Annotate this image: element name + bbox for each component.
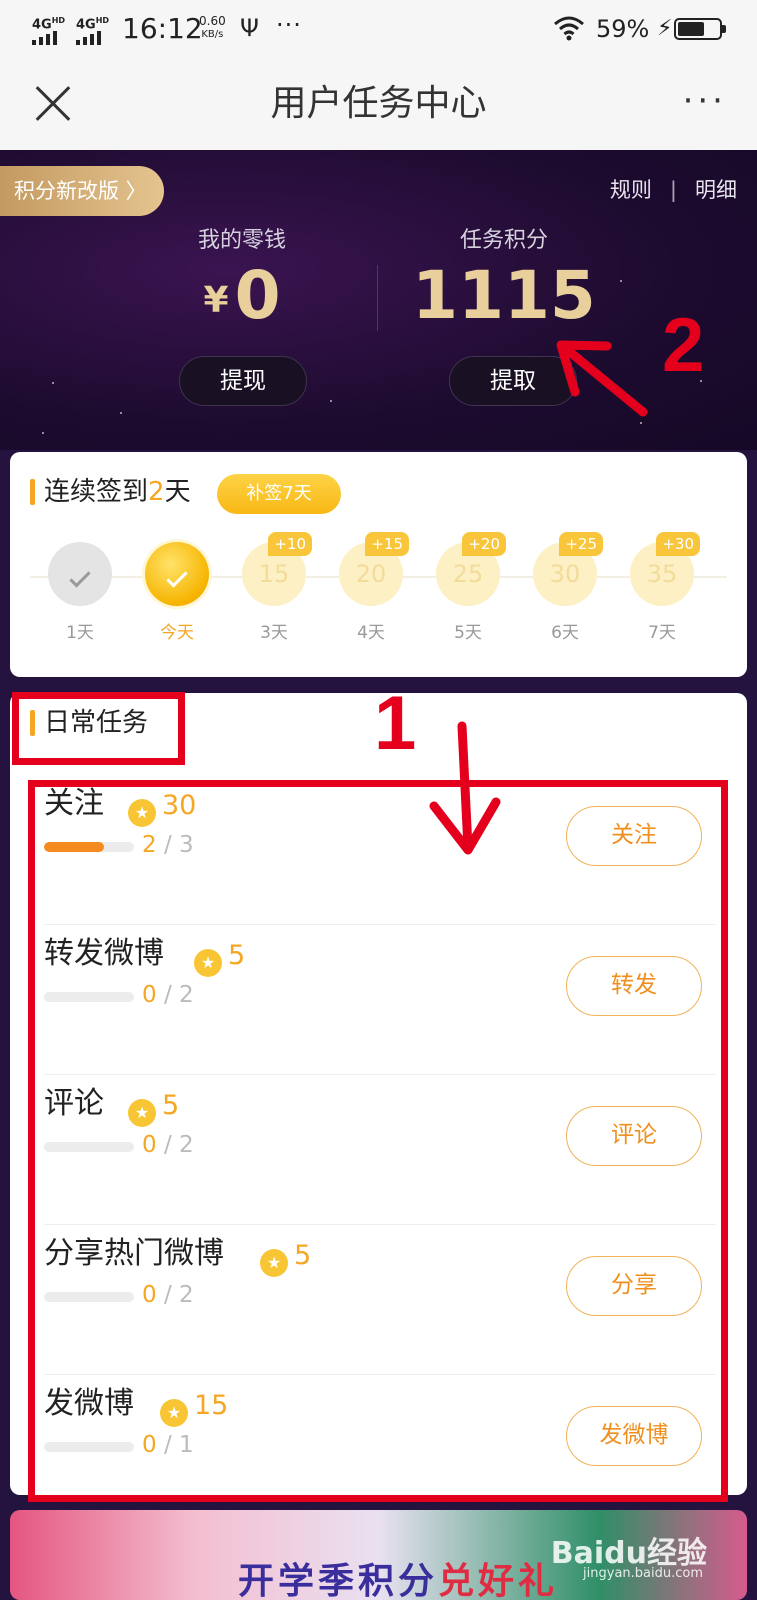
charging-icon: ⚡ bbox=[657, 16, 673, 41]
checkin-day: 今天 bbox=[137, 542, 217, 643]
sim2-hd: HD bbox=[95, 16, 110, 25]
bonus-badge: +30 bbox=[656, 532, 700, 556]
day-label: 5天 bbox=[454, 623, 482, 643]
banner-text: 开学季积分兑好礼 bbox=[238, 1552, 558, 1600]
checkin-title-prefix: 连续签到 bbox=[44, 477, 149, 507]
makeup-checkin-button[interactable]: 补签7天 bbox=[217, 474, 341, 514]
day-points: 25 bbox=[452, 560, 484, 588]
points-balance: 1115 bbox=[384, 258, 624, 334]
checkin-title-suffix: 天 bbox=[164, 477, 191, 507]
network-speed: 0.60 KB/s bbox=[199, 15, 226, 41]
points-label: 任务积分 bbox=[459, 228, 548, 253]
page-title: 用户任务中心 bbox=[270, 83, 487, 124]
day-points: 30 bbox=[549, 560, 581, 588]
annotation-number-1: 1 bbox=[374, 681, 417, 766]
day-points-circle: 35 +30 bbox=[630, 532, 700, 606]
status-bar: 4GHD 4GHD 16:12 0.60 KB/s Ψ ··· 59% ⚡ bbox=[0, 0, 757, 58]
column-divider bbox=[377, 265, 378, 331]
bonus-badge: +25 bbox=[559, 532, 603, 556]
speed-unit: KB/s bbox=[201, 29, 224, 40]
usb-icon: Ψ bbox=[240, 14, 259, 42]
checkin-title: 连续签到2天 bbox=[30, 476, 191, 508]
clock: 16:12 bbox=[122, 12, 203, 45]
check-icon bbox=[48, 542, 112, 606]
day-points-circle: 20 +15 bbox=[339, 532, 409, 606]
streak-days: 2 bbox=[148, 477, 165, 507]
signal-bars-icon bbox=[76, 31, 101, 46]
rules-link[interactable]: 规则 bbox=[610, 178, 652, 202]
sim1-hd: HD bbox=[51, 16, 66, 25]
annotation-box-title bbox=[12, 692, 185, 765]
day-label: 6天 bbox=[551, 623, 579, 643]
header-links: 规则 | 明细 bbox=[610, 174, 737, 204]
checkin-day: 35 +30 7天 bbox=[622, 532, 702, 643]
day-points: 35 bbox=[646, 560, 678, 588]
checkin-day: 1天 bbox=[40, 542, 120, 643]
annotation-arrow-2 bbox=[556, 340, 648, 417]
wallet-label: 我的零钱 bbox=[197, 228, 286, 253]
checkin-day: 20 +15 4天 bbox=[331, 532, 411, 643]
nav-bar: 用户任务中心 ··· bbox=[0, 58, 757, 150]
day-points: 15 bbox=[258, 560, 290, 588]
annotation-number-2: 2 bbox=[662, 303, 705, 388]
annotation-arrow-1 bbox=[429, 721, 501, 855]
link-separator: | bbox=[669, 178, 677, 202]
more-menu-icon[interactable]: ··· bbox=[683, 84, 727, 118]
wallet-value: 0 bbox=[234, 257, 281, 334]
banner-text-a: 开学季积分 bbox=[238, 1561, 439, 1600]
bonus-badge: +10 bbox=[268, 532, 312, 556]
day-label: 今天 bbox=[160, 623, 194, 643]
bonus-badge: +15 bbox=[365, 532, 409, 556]
annotation-box-tasks bbox=[28, 780, 728, 1502]
day-points-circle: 30 +25 bbox=[533, 532, 603, 606]
day-label: 4天 bbox=[357, 623, 385, 643]
day-points: 20 bbox=[355, 560, 387, 588]
checkin-day: 30 +25 6天 bbox=[525, 532, 605, 643]
banner-text-b: 兑好礼 bbox=[438, 1561, 559, 1600]
wallet-balance: ¥0 bbox=[122, 258, 362, 334]
sim2-label: 4G bbox=[76, 17, 96, 33]
checkin-day: 15 +10 3天 bbox=[234, 532, 314, 643]
checkin-day: 25 +20 5天 bbox=[428, 532, 508, 643]
withdraw-button[interactable]: 提现 bbox=[179, 356, 307, 406]
day-points-circle: 25 +20 bbox=[436, 532, 506, 606]
signal-sim1-indicator: 4GHD bbox=[32, 14, 66, 46]
currency-symbol: ¥ bbox=[203, 280, 229, 321]
signal-bars-icon bbox=[32, 31, 57, 46]
battery-percent: 59% bbox=[596, 15, 650, 43]
points-value: 1115 bbox=[412, 257, 596, 334]
checkin-card: 连续签到2天 补签7天 1天 今天 15 +10 3天 20 +15 4天 25 +20 5天 30 +… bbox=[10, 452, 747, 677]
details-link[interactable]: 明细 bbox=[695, 178, 737, 202]
battery-icon bbox=[674, 18, 726, 40]
promo-banner[interactable]: 开学季积分兑好礼 Baidu经验 jingyan.baidu.com bbox=[10, 1510, 747, 1600]
signal-sim2-indicator: 4GHD bbox=[76, 14, 110, 46]
day-points-circle: 15 +10 bbox=[242, 532, 312, 606]
wifi-icon bbox=[554, 16, 584, 41]
watermark-url: jingyan.baidu.com bbox=[583, 1566, 703, 1581]
speed-value: 0.60 bbox=[199, 14, 226, 28]
bonus-badge: +20 bbox=[462, 532, 506, 556]
day-label: 7天 bbox=[648, 623, 676, 643]
points-update-promo-pill[interactable]: 积分新改版 〉 bbox=[0, 166, 164, 216]
day-label: 1天 bbox=[66, 623, 94, 643]
day-label: 3天 bbox=[260, 623, 288, 643]
check-icon bbox=[145, 542, 209, 606]
sim1-label: 4G bbox=[32, 17, 52, 33]
status-more-icon: ··· bbox=[276, 11, 302, 39]
